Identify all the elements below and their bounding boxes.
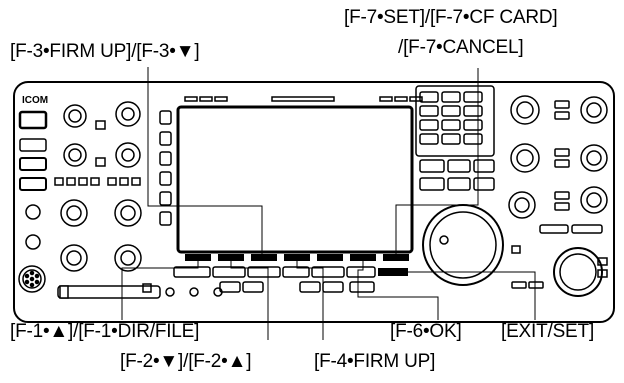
label-f7-line2: /[F-7•CANCEL] bbox=[398, 37, 524, 58]
label-f3: [F-3•FIRM UP]/[F-3•▼] bbox=[10, 41, 200, 62]
exit-set-key bbox=[378, 268, 408, 276]
f5-key bbox=[317, 254, 343, 261]
f7-key bbox=[383, 254, 409, 261]
label-exit-set: [EXIT/SET] bbox=[501, 321, 595, 342]
label-f2: [F-2•▼]/[F-2•▲] bbox=[120, 351, 252, 372]
f6-key bbox=[350, 254, 376, 261]
label-f1: [F-1•▲]/[F-1•DIR/FILE] bbox=[10, 321, 200, 342]
f2-key bbox=[218, 254, 244, 261]
f1-key bbox=[185, 254, 211, 261]
label-f6: [F-6•OK] bbox=[390, 321, 462, 342]
f3-key bbox=[251, 254, 277, 261]
label-f4: [F-4•FIRM UP] bbox=[314, 351, 436, 372]
label-f7-line1: [F-7•SET]/[F-7•CF CARD] bbox=[344, 7, 558, 28]
f4-key bbox=[284, 254, 310, 261]
icom-logo: ICOM bbox=[22, 95, 48, 106]
transceiver-front-panel-diagram: ICOM [F-7•SET]/[F-7•CF CARD] /[F-7•CANCE… bbox=[0, 0, 624, 378]
